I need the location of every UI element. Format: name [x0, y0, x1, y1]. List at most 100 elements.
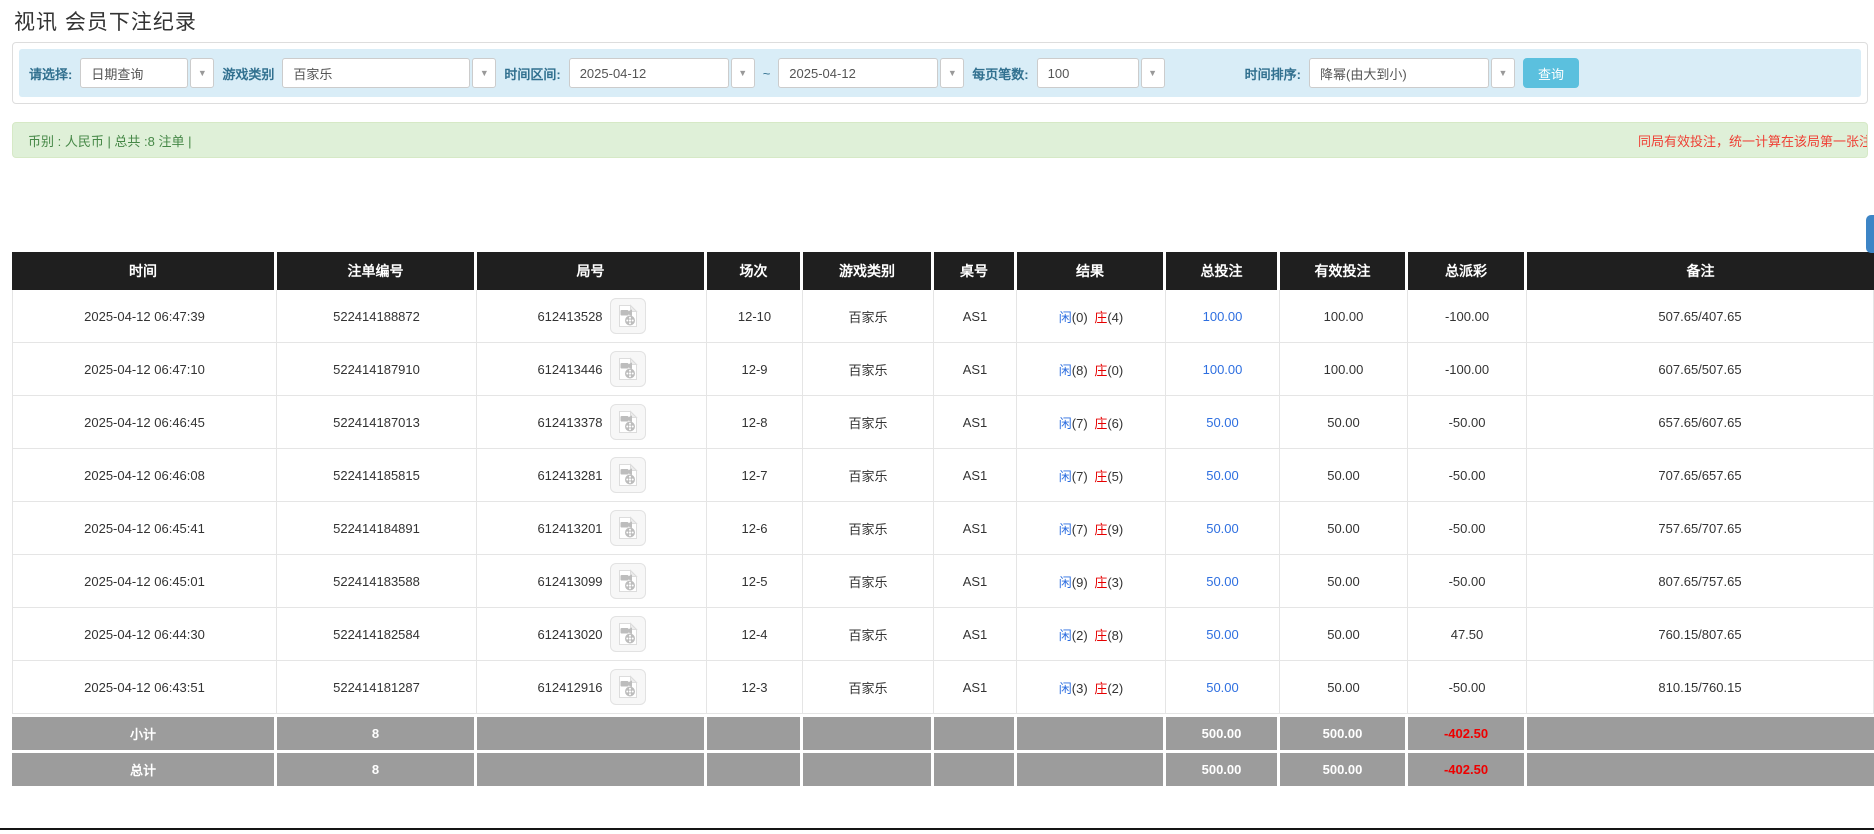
video-file-icon	[617, 569, 639, 593]
chevron-down-icon[interactable]: ▼	[1141, 58, 1165, 88]
session-cell: 12-8	[707, 396, 803, 449]
total-bet-link[interactable]: 50.00	[1206, 574, 1239, 589]
search-button[interactable]: 查询	[1523, 58, 1579, 88]
total-payout: -402.50	[1408, 750, 1527, 786]
result-cell: 闲(8) 庄(0)	[1017, 343, 1166, 396]
video-file-icon	[617, 675, 639, 699]
result-cell: 闲(2) 庄(8)	[1017, 608, 1166, 661]
table-no-cell: AS1	[934, 608, 1017, 661]
col-header-session: 场次	[707, 252, 803, 290]
col-header-round: 局号	[477, 252, 707, 290]
page-size-select[interactable]: 100 ▼	[1037, 58, 1165, 88]
banker-result-value: (2)	[1107, 681, 1123, 696]
time-range-label: 时间区间:	[504, 64, 560, 83]
col-header-payout: 总派彩	[1408, 252, 1527, 290]
round-cell: 612413281	[477, 449, 707, 502]
total-row: 总计 8 500.00 500.00 -402.50	[12, 750, 1874, 786]
note-cell: 707.65/657.65	[1527, 449, 1874, 502]
valid-bet-cell: 100.00	[1280, 290, 1408, 343]
query-mode-value[interactable]: 日期查询	[80, 58, 188, 88]
total-bet-cell: 50.00	[1166, 555, 1280, 608]
session-cell: 12-7	[707, 449, 803, 502]
round-id: 612413446	[537, 362, 602, 377]
edge-action-button[interactable]	[1866, 215, 1874, 253]
time-sort-label: 时间排序:	[1245, 64, 1301, 83]
subtotal-label: 小计	[12, 714, 277, 750]
player-result-label: 闲	[1059, 469, 1072, 484]
video-replay-button[interactable]	[610, 616, 646, 652]
time-sort-value[interactable]: 降幂(由大到小)	[1309, 58, 1489, 88]
valid-bet-cell: 50.00	[1280, 661, 1408, 714]
payout-cell: -100.00	[1408, 343, 1527, 396]
player-result-value: (9)	[1072, 575, 1088, 590]
date-from-value[interactable]: 2025-04-12	[569, 58, 729, 88]
round-cell: 612413446	[477, 343, 707, 396]
round-cell: 612413528	[477, 290, 707, 343]
total-bet-link[interactable]: 100.00	[1203, 309, 1243, 324]
table-body: 2025-04-12 06:47:39 522414188872 6124135…	[12, 290, 1874, 714]
game-type-value[interactable]: 百家乐	[282, 58, 470, 88]
time-sort-select[interactable]: 降幂(由大到小) ▼	[1309, 58, 1515, 88]
query-mode-select[interactable]: 日期查询 ▼	[80, 58, 214, 88]
total-bet-link[interactable]: 50.00	[1206, 680, 1239, 695]
chevron-down-icon[interactable]: ▼	[472, 58, 496, 88]
video-file-icon	[617, 622, 639, 646]
total-bet-link[interactable]: 50.00	[1206, 627, 1239, 642]
page-bottom-divider	[0, 828, 1874, 830]
chevron-down-icon[interactable]: ▼	[190, 58, 214, 88]
game-type-cell: 百家乐	[803, 343, 934, 396]
banker-result-label: 庄	[1094, 416, 1107, 431]
page-size-value[interactable]: 100	[1037, 58, 1139, 88]
table-row: 2025-04-12 06:47:10 522414187910 6124134…	[12, 343, 1874, 396]
note-cell: 607.65/507.65	[1527, 343, 1874, 396]
note-cell: 507.65/407.65	[1527, 290, 1874, 343]
chevron-down-icon[interactable]: ▼	[1491, 58, 1515, 88]
total-count: 8	[277, 750, 477, 786]
video-replay-button[interactable]	[610, 510, 646, 546]
note-cell: 757.65/707.65	[1527, 502, 1874, 555]
round-id: 612413378	[537, 415, 602, 430]
result-cell: 闲(7) 庄(9)	[1017, 502, 1166, 555]
session-cell: 12-5	[707, 555, 803, 608]
chevron-down-icon[interactable]: ▼	[940, 58, 964, 88]
table-no-cell: AS1	[934, 449, 1017, 502]
video-file-icon	[617, 410, 639, 434]
video-replay-button[interactable]	[610, 404, 646, 440]
total-bet-link[interactable]: 100.00	[1203, 362, 1243, 377]
time-cell: 2025-04-12 06:47:10	[12, 343, 277, 396]
video-replay-button[interactable]	[610, 351, 646, 387]
video-replay-button[interactable]	[610, 298, 646, 334]
banker-result-label: 庄	[1094, 628, 1107, 643]
total-bet-link[interactable]: 50.00	[1206, 415, 1239, 430]
player-result-label: 闲	[1059, 416, 1072, 431]
result-cell: 闲(7) 庄(6)	[1017, 396, 1166, 449]
col-header-table-no: 桌号	[934, 252, 1017, 290]
chevron-down-icon[interactable]: ▼	[731, 58, 755, 88]
game-type-select[interactable]: 百家乐 ▼	[282, 58, 496, 88]
video-replay-button[interactable]	[610, 669, 646, 705]
bet-records-table-wrap: 时间 注单编号 局号 场次 游戏类别 桌号 结果 总投注 有效投注 总派彩 备注…	[0, 252, 1874, 786]
player-result-label: 闲	[1059, 628, 1072, 643]
date-to-select[interactable]: 2025-04-12 ▼	[778, 58, 964, 88]
video-replay-button[interactable]	[610, 457, 646, 493]
game-type-cell: 百家乐	[803, 449, 934, 502]
col-header-game-type: 游戏类别	[803, 252, 934, 290]
time-cell: 2025-04-12 06:45:41	[12, 502, 277, 555]
total-bet-link[interactable]: 50.00	[1206, 521, 1239, 536]
total-bet-cell: 100.00	[1166, 290, 1280, 343]
valid-bet-cell: 100.00	[1280, 343, 1408, 396]
table-row: 2025-04-12 06:47:39 522414188872 6124135…	[12, 290, 1874, 343]
game-type-cell: 百家乐	[803, 502, 934, 555]
date-to-value[interactable]: 2025-04-12	[778, 58, 938, 88]
table-no-cell: AS1	[934, 661, 1017, 714]
payout-cell: -100.00	[1408, 290, 1527, 343]
date-from-select[interactable]: 2025-04-12 ▼	[569, 58, 755, 88]
total-bet-link[interactable]: 50.00	[1206, 468, 1239, 483]
video-replay-button[interactable]	[610, 563, 646, 599]
banker-result-label: 庄	[1094, 469, 1107, 484]
table-row: 2025-04-12 06:45:41 522414184891 6124132…	[12, 502, 1874, 555]
table-row: 2025-04-12 06:46:45 522414187013 6124133…	[12, 396, 1874, 449]
banker-result-value: (5)	[1107, 469, 1123, 484]
total-valid-bet: 500.00	[1280, 750, 1408, 786]
time-cell: 2025-04-12 06:44:30	[12, 608, 277, 661]
